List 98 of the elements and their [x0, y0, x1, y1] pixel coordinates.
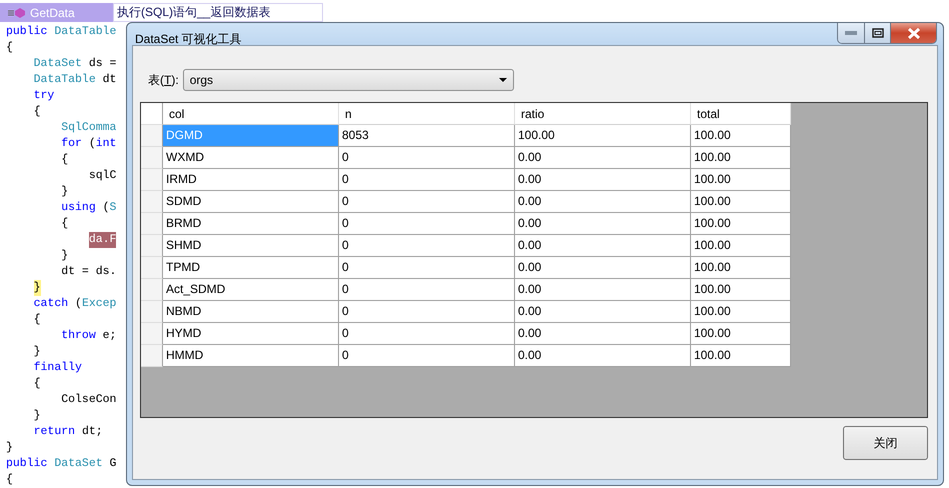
method-icon — [8, 6, 26, 18]
table-cell: 0.00 — [515, 257, 691, 279]
table-cell: 0.00 — [515, 279, 691, 301]
code-line: finally — [32, 360, 82, 376]
minimize-icon — [845, 31, 857, 35]
table-cell: 0.00 — [515, 169, 691, 191]
table-cell: 0 — [339, 323, 515, 345]
column-header[interactable]: n — [339, 103, 515, 125]
row-header[interactable] — [141, 169, 163, 191]
close-icon — [906, 28, 920, 38]
table-cell: 0.00 — [515, 191, 691, 213]
table-cell: 0 — [339, 257, 515, 279]
table-cell: 8053 — [339, 125, 515, 147]
code-line: public DataTable — [6, 24, 116, 40]
row-header[interactable] — [141, 279, 163, 301]
code-line: catch (Excep — [32, 296, 116, 312]
close-button[interactable]: 关闭 — [843, 426, 928, 460]
table-cell: 0 — [339, 147, 515, 169]
row-header[interactable] — [141, 191, 163, 213]
table-cell: 0.00 — [515, 213, 691, 235]
table-cell: Act_SDMD — [163, 279, 339, 301]
code-line: DataSet ds = — [32, 56, 116, 72]
dropdown-arrow-icon — [498, 78, 507, 82]
code-line: using (S — [60, 200, 116, 216]
table-cell: 0.00 — [515, 147, 691, 169]
column-header[interactable]: total — [691, 103, 791, 125]
maximize-icon — [872, 28, 884, 38]
code-line: { — [60, 216, 68, 232]
table-cell: 0 — [339, 213, 515, 235]
code-line: DataTable dt — [32, 72, 116, 88]
table-label: 表(T): — [148, 72, 179, 88]
table-cell: 100.00 — [691, 279, 791, 301]
code-line: { — [6, 40, 13, 56]
code-line: { — [32, 104, 41, 120]
row-header[interactable] — [141, 345, 163, 367]
table-cell: 0.00 — [515, 235, 691, 257]
table-cell: 100.00 — [691, 147, 791, 169]
code-line: for (int — [60, 136, 116, 152]
table-cell: 100.00 — [691, 323, 791, 345]
row-header[interactable] — [141, 213, 163, 235]
table-cell: 100.00 — [691, 125, 791, 147]
code-line: } — [32, 344, 41, 360]
code-line: dt = ds. — [60, 264, 116, 280]
code-line: } — [60, 184, 68, 200]
code-line: { — [32, 376, 41, 392]
table-cell: SDMD — [163, 191, 339, 213]
row-header[interactable] — [141, 323, 163, 345]
code-line: { — [6, 472, 13, 488]
code-line: { — [32, 312, 41, 328]
table-cell: 100.00 — [691, 345, 791, 367]
table-cell: 0.00 — [515, 301, 691, 323]
code-line: sqlC — [88, 168, 116, 184]
table-cell: 100.00 — [691, 257, 791, 279]
code-line: return dt; — [32, 424, 103, 440]
table-cell: 100.00 — [691, 169, 791, 191]
table-cell: 0 — [339, 345, 515, 367]
table-cell: 100.00 — [691, 213, 791, 235]
window-close-button[interactable] — [890, 23, 936, 43]
code-line: { — [60, 152, 68, 168]
table-cell: HYMD — [163, 323, 339, 345]
table-cell: WXMD — [163, 147, 339, 169]
row-header[interactable] — [141, 147, 163, 169]
code-line: } — [6, 440, 13, 456]
table-cell: 0.00 — [515, 345, 691, 367]
table-cell: 100.00 — [691, 235, 791, 257]
window-title: DataSet 可视化工具 — [134, 31, 242, 45]
code-line: try — [32, 88, 54, 104]
table-cell: 0 — [339, 301, 515, 323]
row-header[interactable] — [141, 235, 163, 257]
table-cell: 100.00 — [691, 191, 791, 213]
table-cell: 100.00 — [515, 125, 691, 147]
code-line: ColseCon — [60, 392, 116, 408]
code-line: } — [32, 408, 41, 424]
table-cell: HMMD — [163, 345, 339, 367]
table-cell: NBMD — [163, 301, 339, 323]
table-select[interactable]: orgs — [182, 69, 514, 91]
code-line: } — [60, 248, 68, 264]
code-line: throw e; — [60, 328, 116, 344]
table-cell: 0 — [339, 191, 515, 213]
description-dropdown[interactable]: 执行(SQL)语句__返回数据表 — [113, 3, 323, 22]
row-header[interactable] — [141, 257, 163, 279]
table-cell: BRMD — [163, 213, 339, 235]
table-cell: 0.00 — [515, 323, 691, 345]
table-cell: SHMD — [163, 235, 339, 257]
row-header[interactable] — [141, 301, 163, 323]
code-line: public DataSet G — [6, 456, 116, 472]
table-cell: DGMD — [163, 125, 339, 147]
table-cell: IRMD — [163, 169, 339, 191]
table-cell: 0 — [339, 279, 515, 301]
table-cell: TPMD — [163, 257, 339, 279]
code-line: SqlComma — [60, 120, 116, 136]
row-header[interactable] — [141, 125, 163, 147]
table-cell: 0 — [339, 169, 515, 191]
table-cell: 0 — [339, 235, 515, 257]
column-header[interactable]: col — [163, 103, 339, 125]
column-header[interactable]: ratio — [515, 103, 691, 125]
maximize-button[interactable] — [864, 23, 890, 43]
table-cell: 100.00 — [691, 301, 791, 323]
